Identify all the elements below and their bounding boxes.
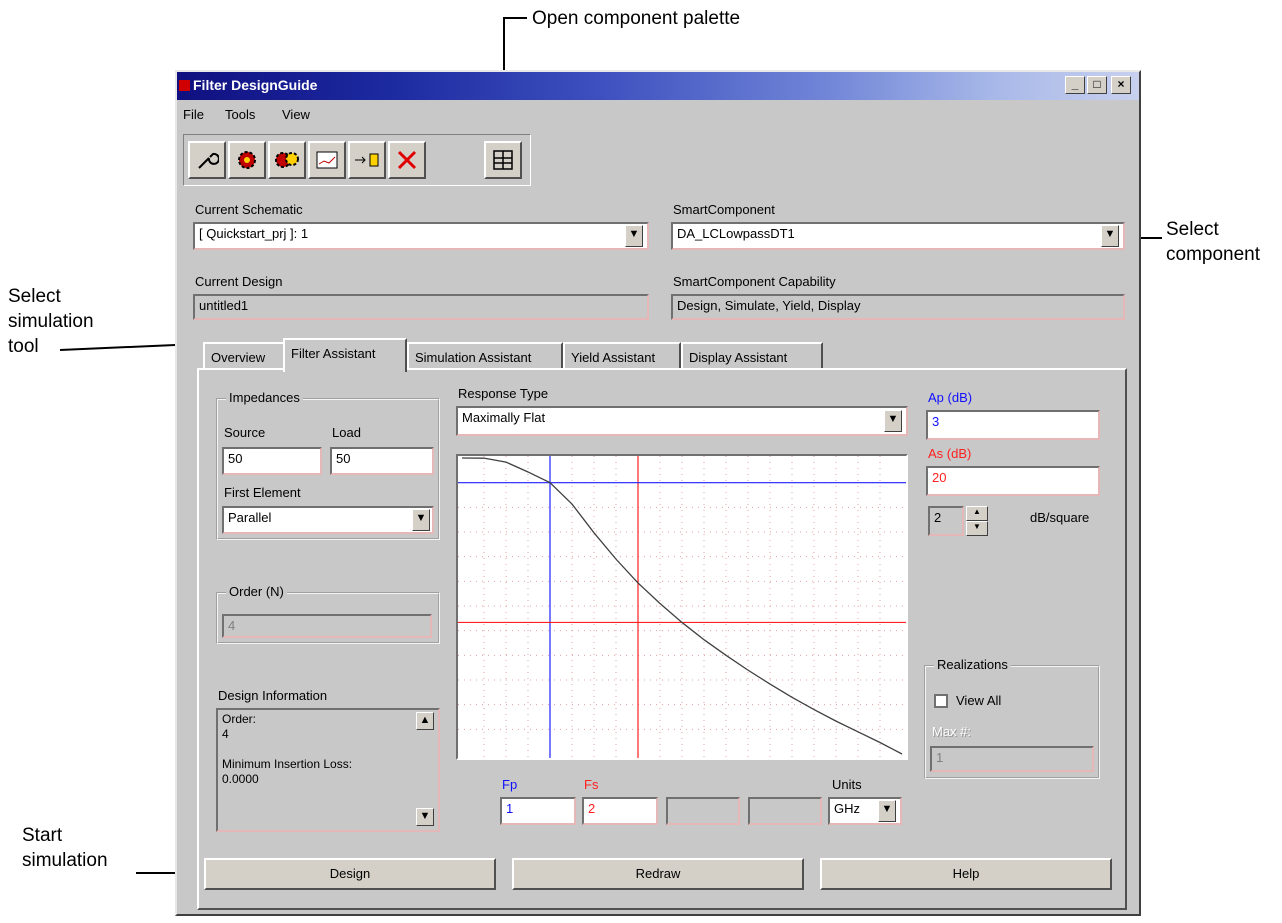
gears-icon[interactable] xyxy=(268,141,306,179)
callout-select-component: Select component xyxy=(1166,219,1261,265)
chevron-down-icon[interactable]: ▼ xyxy=(884,410,902,432)
view-all-checkbox[interactable] xyxy=(934,694,948,708)
first-element-select[interactable]: Parallel xyxy=(222,506,434,534)
current-schematic-select[interactable]: [ Quickstart_prj ]: 1 xyxy=(193,222,649,250)
menu-tools[interactable]: Tools xyxy=(225,107,255,122)
tab-display-assistant[interactable]: Display Assistant xyxy=(681,342,823,370)
callout-start-simulation: Start simulation xyxy=(22,825,108,871)
max-label: Max #: xyxy=(932,724,972,739)
menu-file[interactable]: File xyxy=(183,107,204,122)
app-icon xyxy=(179,80,190,91)
units-label: Units xyxy=(832,777,862,792)
design-information-box: Order: 4 Minimum Insertion Loss: 0.0000 xyxy=(216,708,440,832)
response-chart xyxy=(456,454,908,760)
help-button[interactable]: Help xyxy=(820,858,1112,890)
fp-label: Fp xyxy=(502,777,518,792)
title-bar: Filter DesignGuide _ □ × xyxy=(177,72,1139,100)
smartcomponent-select[interactable]: DA_LCLowpassDT1 xyxy=(671,222,1125,250)
gear-icon[interactable] xyxy=(228,141,266,179)
spin-up-icon[interactable]: ▲ xyxy=(966,506,988,521)
toolbar xyxy=(183,134,531,186)
response-chart-svg xyxy=(458,456,906,758)
transfer-icon[interactable] xyxy=(348,141,386,179)
ap-input[interactable]: 3 xyxy=(926,410,1100,440)
spin-down-icon[interactable]: ▼ xyxy=(966,521,988,536)
menu-bar: File Tools View xyxy=(177,102,1139,126)
chevron-down-icon[interactable]: ▼ xyxy=(1101,225,1119,247)
maximize-button[interactable]: □ xyxy=(1087,76,1107,94)
chevron-down-icon[interactable]: ▼ xyxy=(878,800,896,822)
wrench-icon[interactable] xyxy=(188,141,226,179)
scroll-up-icon[interactable]: ▲ xyxy=(416,712,434,730)
fs-label: Fs xyxy=(584,777,599,792)
smartcomponent-label: SmartComponent xyxy=(673,202,775,217)
callout-open-palette: Open component palette xyxy=(532,8,741,29)
tab-yield-assistant[interactable]: Yield Assistant xyxy=(563,342,681,370)
freq-field-3 xyxy=(666,797,740,825)
tab-overview[interactable]: Overview xyxy=(203,342,285,370)
as-input[interactable]: 20 xyxy=(926,466,1100,496)
close-button[interactable]: × xyxy=(1111,76,1131,94)
graph-icon[interactable] xyxy=(308,141,346,179)
first-element-label: First Element xyxy=(224,485,301,500)
slope-input[interactable]: 2 xyxy=(928,506,964,536)
max-field: 1 xyxy=(930,746,1094,772)
delete-icon[interactable] xyxy=(388,141,426,179)
chevron-down-icon[interactable]: ▼ xyxy=(412,509,430,531)
order-field: 4 xyxy=(222,614,432,638)
response-type-label: Response Type xyxy=(458,386,549,401)
scroll-down-icon[interactable]: ▼ xyxy=(416,808,434,826)
load-label: Load xyxy=(332,425,361,440)
minimize-button[interactable]: _ xyxy=(1065,76,1085,94)
ap-label: Ap (dB) xyxy=(928,390,973,405)
response-type-select[interactable]: Maximally Flat xyxy=(456,406,908,436)
order-title: Order (N) xyxy=(226,584,287,599)
redraw-button[interactable]: Redraw xyxy=(512,858,804,890)
current-schematic-label: Current Schematic xyxy=(195,202,303,217)
design-button[interactable]: Design xyxy=(204,858,496,890)
source-impedance-input[interactable]: 50 xyxy=(222,447,322,475)
tab-simulation-assistant[interactable]: Simulation Assistant xyxy=(407,342,563,370)
fs-input[interactable]: 2 xyxy=(582,797,658,825)
current-design-field: untitled1 xyxy=(193,294,649,320)
palette-icon[interactable] xyxy=(484,141,522,179)
source-label: Source xyxy=(224,425,266,440)
freq-field-4 xyxy=(748,797,822,825)
capability-field: Design, Simulate, Yield, Display xyxy=(671,294,1125,320)
window-title: Filter DesignGuide xyxy=(193,77,318,93)
capability-label: SmartComponent Capability xyxy=(673,274,836,289)
realizations-title: Realizations xyxy=(934,657,1011,672)
as-label: As (dB) xyxy=(928,446,972,461)
fp-input[interactable]: 1 xyxy=(500,797,576,825)
tab-filter-assistant[interactable]: Filter Assistant xyxy=(283,338,407,372)
impedances-title: Impedances xyxy=(226,390,303,405)
load-impedance-input[interactable]: 50 xyxy=(330,447,434,475)
current-design-label: Current Design xyxy=(195,274,283,289)
view-all-label: View All xyxy=(956,693,1002,708)
design-information-label: Design Information xyxy=(218,688,328,703)
slope-unit-label: dB/square xyxy=(1030,510,1090,525)
menu-view[interactable]: View xyxy=(282,107,310,122)
chevron-down-icon[interactable]: ▼ xyxy=(625,225,643,247)
